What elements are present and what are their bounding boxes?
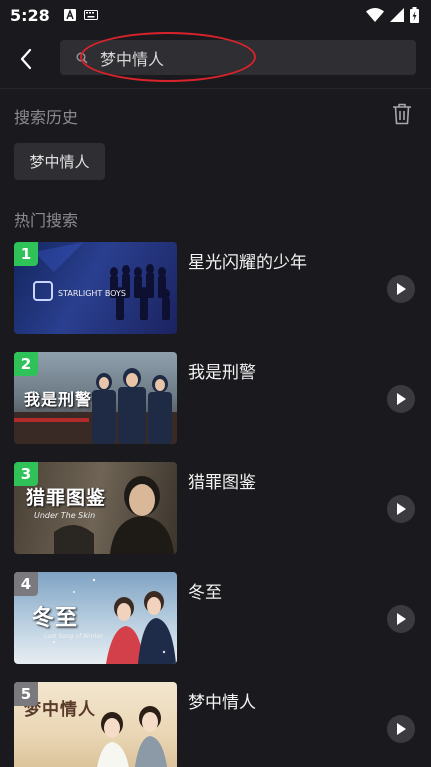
- search-input[interactable]: 梦中情人: [60, 40, 416, 75]
- play-icon: [397, 613, 406, 625]
- battery-charging-icon: [410, 7, 419, 23]
- item-title: 我是刑警: [188, 363, 256, 383]
- play-icon: [397, 283, 406, 295]
- rank-badge: 3: [14, 462, 38, 486]
- trash-icon: [393, 103, 411, 125]
- hot-item[interactable]: STARLIGHT BOYS 1 星光闪耀的少年: [0, 242, 431, 334]
- text-a-icon: [63, 9, 76, 21]
- item-title: 梦中情人: [188, 693, 256, 713]
- thumbnail-text: 猎罪图鉴: [26, 487, 107, 509]
- thumbnail-text: STARLIGHT BOYS: [58, 289, 127, 298]
- rank-badge: 5: [14, 682, 38, 706]
- rank-badge: 1: [14, 242, 38, 266]
- item-title: 猎罪图鉴: [188, 473, 256, 493]
- thumbnail: STARLIGHT BOYS: [14, 242, 177, 334]
- chevron-left-icon: [20, 48, 32, 70]
- hot-item[interactable]: 梦中情人 5 梦中情人: [0, 682, 431, 767]
- play-button[interactable]: [387, 275, 415, 303]
- thumbnail-text: 冬至: [32, 606, 79, 631]
- thumbnail-subtitle: Lost Song of Winter: [44, 633, 104, 640]
- item-title: 冬至: [188, 583, 222, 603]
- play-icon: [397, 393, 406, 405]
- play-icon: [397, 723, 406, 735]
- signal-icon: [390, 8, 404, 22]
- rank-badge: 2: [14, 352, 38, 376]
- play-button[interactable]: [387, 715, 415, 743]
- back-button[interactable]: [0, 30, 52, 88]
- hot-section-title: 热门搜索: [14, 211, 79, 230]
- rank-badge: 4: [14, 572, 38, 596]
- status-time: 5:28: [10, 5, 50, 25]
- search-header: 梦中情人: [0, 30, 431, 88]
- play-button[interactable]: [387, 495, 415, 523]
- clear-history-button[interactable]: [390, 101, 414, 127]
- thumbnail: 梦中情人: [14, 682, 177, 767]
- search-query: 梦中情人: [100, 49, 165, 69]
- thumbnail: 冬至 Lost Song of Winter: [14, 572, 177, 664]
- hot-item[interactable]: 我是刑警 2 我是刑警: [0, 352, 431, 444]
- status-bar: 5:28: [0, 0, 431, 30]
- thumbnail-subtitle: Under The Skin: [34, 511, 96, 520]
- hot-item[interactable]: 猎罪图鉴 Under The Skin 3 猎罪图鉴: [0, 462, 431, 554]
- poster-art: [33, 242, 170, 320]
- hot-item[interactable]: 冬至 Lost Song of Winter 4 冬至: [0, 572, 431, 664]
- search-icon: [76, 52, 88, 63]
- item-title: 星光闪耀的少年: [188, 253, 307, 273]
- play-button[interactable]: [387, 605, 415, 633]
- thumbnail-text: 我是刑警: [24, 390, 93, 409]
- play-button[interactable]: [387, 385, 415, 413]
- history-section-title: 搜索历史: [14, 108, 79, 127]
- play-icon: [397, 503, 406, 515]
- thumbnail: 我是刑警: [14, 352, 177, 444]
- thumbnail: 猎罪图鉴 Under The Skin: [14, 462, 177, 554]
- header-divider: [0, 88, 431, 89]
- history-chip[interactable]: 梦中情人: [14, 143, 105, 180]
- keyboard-icon: [83, 10, 98, 20]
- wifi-icon: [366, 8, 384, 22]
